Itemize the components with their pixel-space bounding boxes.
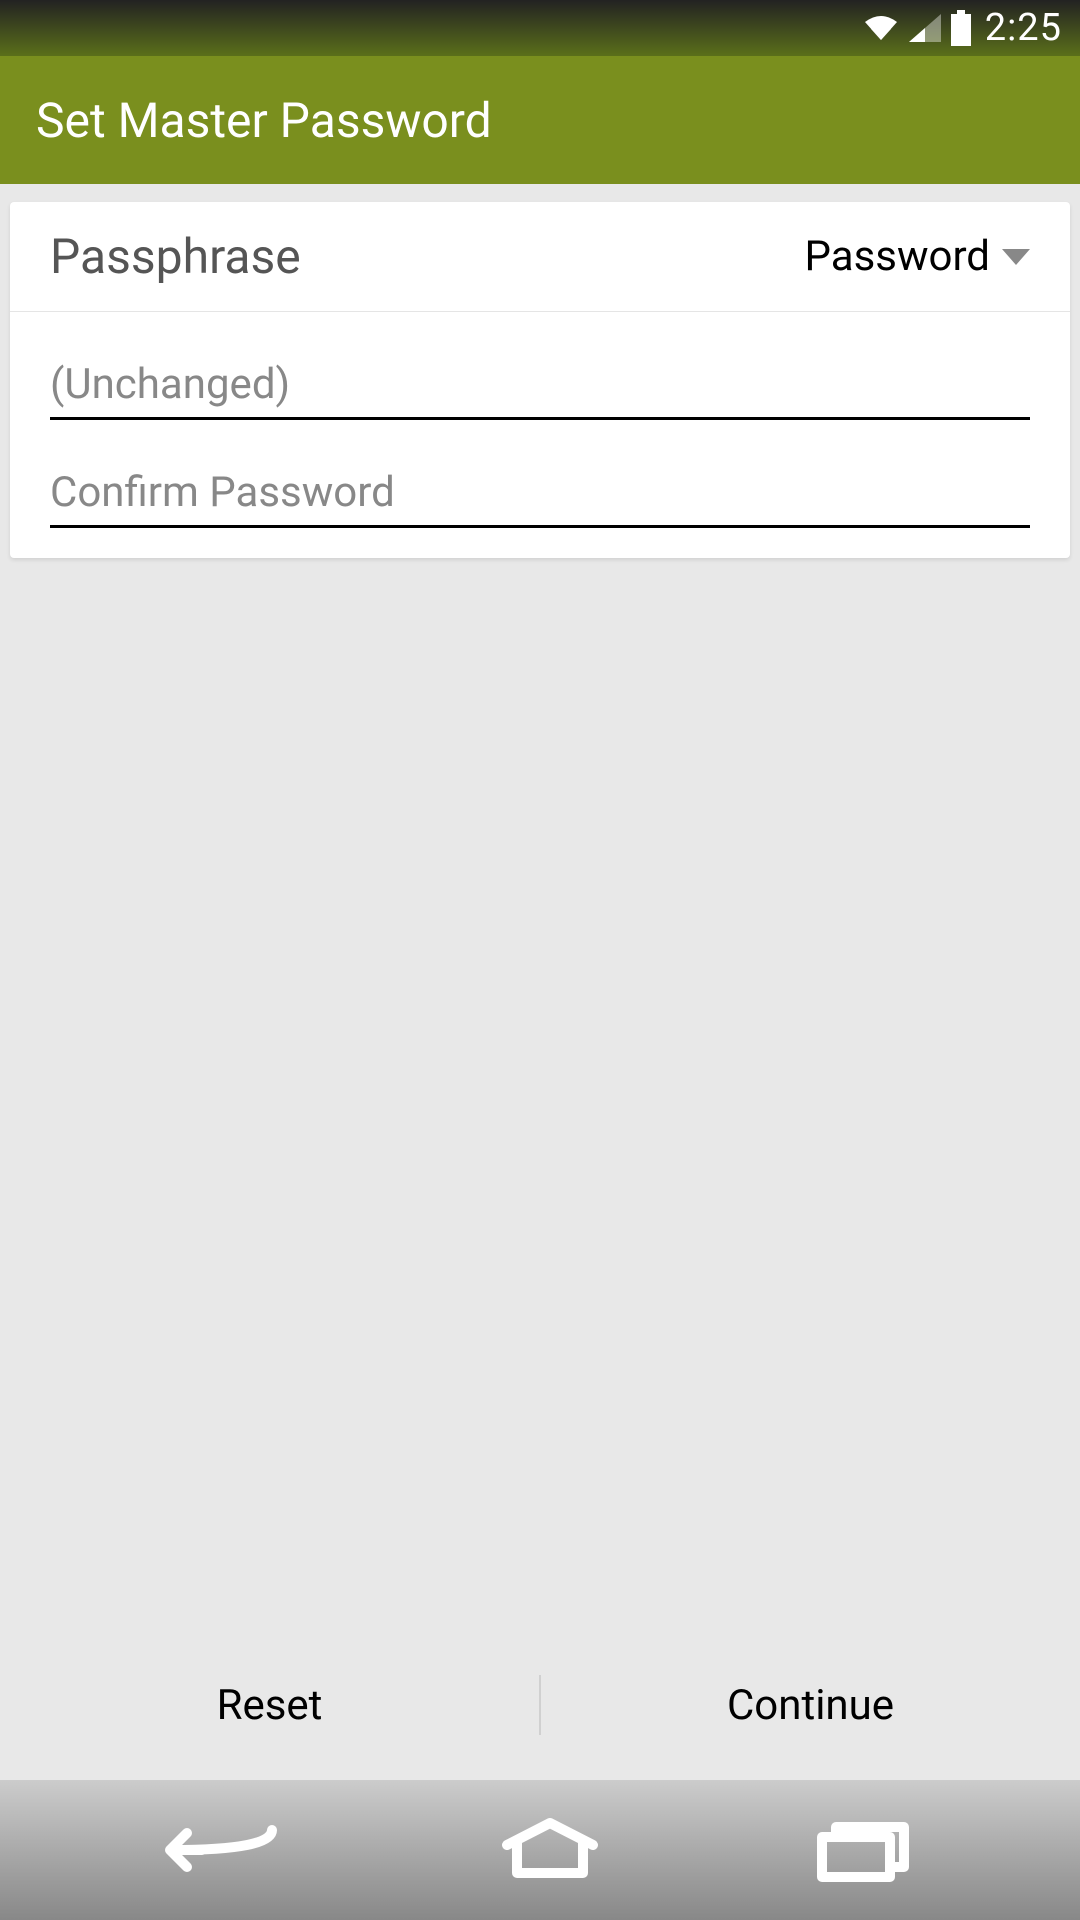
- status-clock: 2:25: [985, 6, 1062, 50]
- wifi-icon: [861, 12, 901, 44]
- navigation-bar: [0, 1780, 1080, 1920]
- cellular-icon: [907, 12, 943, 44]
- home-icon[interactable]: [495, 1815, 605, 1885]
- recent-apps-icon[interactable]: [808, 1815, 918, 1885]
- chevron-down-icon: [1002, 249, 1030, 265]
- card-title: Passphrase: [50, 228, 301, 285]
- continue-button[interactable]: Continue: [541, 1650, 1080, 1760]
- bottom-actions: Reset Continue: [0, 1650, 1080, 1760]
- dropdown-selected-label: Password: [804, 232, 990, 281]
- battery-icon: [949, 10, 973, 46]
- page-title: Set Master Password: [36, 92, 492, 149]
- content-area: Passphrase Password: [0, 184, 1080, 1650]
- card-header: Passphrase Password: [10, 202, 1070, 312]
- app-bar: Set Master Password: [0, 56, 1080, 184]
- password-card: Passphrase Password: [10, 202, 1070, 558]
- password-field-wrapper: [50, 352, 1030, 420]
- confirm-field-wrapper: [50, 460, 1030, 528]
- status-icons: 2:25: [861, 6, 1062, 50]
- password-input[interactable]: [50, 352, 1030, 420]
- status-bar: 2:25: [0, 0, 1080, 56]
- confirm-password-input[interactable]: [50, 460, 1030, 528]
- reset-button[interactable]: Reset: [0, 1650, 539, 1760]
- password-type-dropdown[interactable]: Password: [804, 232, 1030, 281]
- back-icon[interactable]: [162, 1815, 292, 1885]
